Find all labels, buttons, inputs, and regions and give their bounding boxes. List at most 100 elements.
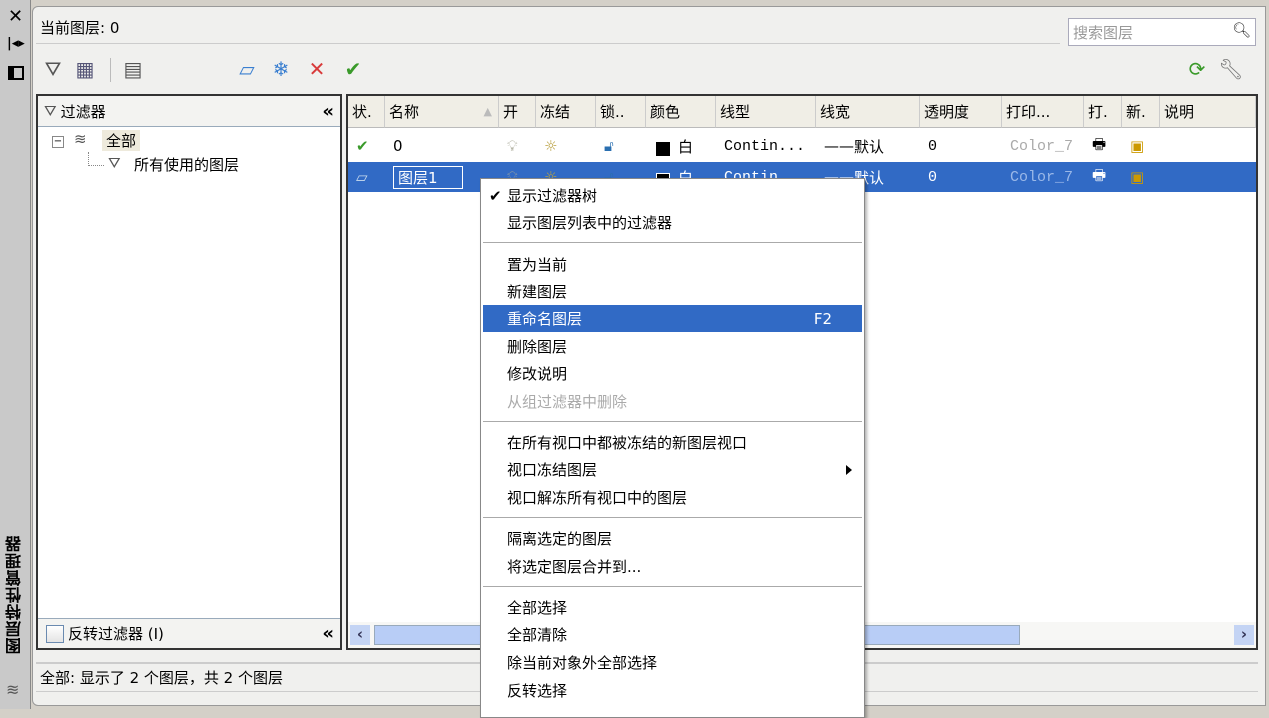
column-header[interactable]: 颜色 — [646, 96, 716, 128]
menu-item[interactable]: 全部选择 — [483, 594, 862, 621]
lineweight[interactable]: —— 默认 — [816, 131, 920, 161]
settings-wrench-icon[interactable]: 🔧︎ — [1218, 56, 1244, 82]
auto-hide-icon[interactable]: |◂▸ — [7, 36, 25, 51]
menu-item[interactable]: 显示图层列表中的过滤器 — [483, 209, 862, 236]
menu-item[interactable]: 置为当前 — [483, 251, 862, 278]
menu-item-label: 视口冻结图层 — [507, 461, 598, 479]
side-strip: ✕ |◂▸ 图层特性管理器 ≋ — [0, 0, 31, 709]
column-header[interactable]: 开 — [499, 96, 536, 128]
context-menu: ✔ 显示过滤器树显示图层列表中的过滤器置为当前新建图层 重命名图层 F2 删除图层修改说… — [480, 178, 865, 718]
filter-icon: ⛛ — [44, 102, 57, 120]
status-icon[interactable]: ✔ — [348, 131, 385, 161]
scroll-right-icon[interactable]: › — [1234, 625, 1254, 645]
column-header-label: 颜色 — [650, 103, 681, 121]
new-layer-icon[interactable]: ▱ — [234, 56, 260, 82]
column-header-label: 透明度 — [924, 103, 970, 121]
menu-item-label: 显示过滤器树 — [507, 187, 598, 205]
menu-item[interactable]: 修改说明 — [483, 360, 862, 387]
column-header[interactable]: 线宽 — [816, 96, 920, 128]
invert-filter-label: 反转过滤器 (I) — [68, 625, 164, 643]
tree-connector — [88, 152, 104, 166]
check-icon: ✔ — [489, 186, 502, 205]
color-swatch[interactable]: 白 — [646, 131, 716, 161]
scroll-left-icon[interactable]: ‹ — [350, 625, 370, 645]
new-property-filter-icon[interactable]: ⛛ — [40, 56, 66, 82]
search-placeholder: 搜索图层 — [1073, 24, 1134, 42]
plot-style[interactable]: Color_7 — [1002, 162, 1084, 192]
column-header[interactable]: 名称 ▲ — [385, 96, 499, 128]
tree-item-used-layers[interactable]: 所有使用的图层 — [134, 154, 239, 175]
column-header[interactable]: 打. — [1084, 96, 1122, 128]
menu-item[interactable]: 反转选择 — [483, 677, 862, 704]
menu-item[interactable]: 将选定图层合并到... — [483, 553, 862, 580]
properties-icon[interactable] — [8, 66, 24, 80]
on-bulb-icon[interactable]: 💡︎ — [499, 131, 536, 161]
menu-item[interactable]: 新建图层 — [483, 278, 862, 305]
refresh-icon[interactable]: ⟳ — [1184, 56, 1210, 82]
color-swatch-box — [656, 142, 670, 156]
menu-item[interactable]: 删除图层 — [483, 333, 862, 360]
set-current-icon[interactable]: ✔ — [340, 56, 366, 82]
new-group-filter-icon[interactable]: ▦ — [72, 56, 98, 82]
toolbar-divider — [110, 58, 111, 82]
column-header[interactable]: 新. — [1122, 96, 1160, 128]
filter-title: 过滤器 — [60, 102, 106, 121]
tree-collapse-icon[interactable]: − — [52, 136, 64, 148]
plot-printer-icon[interactable]: 🖶 — [1084, 131, 1122, 161]
layer-row[interactable]: ✔ 0 💡︎ ☼ 🔓︎ 白 Contin... —— 默认 0 Color_7 🖶 ▣ — [348, 131, 1256, 161]
search-layer-input[interactable]: 搜索图层 🔍︎ — [1068, 18, 1256, 46]
menu-item-label: 全部选择 — [507, 599, 568, 617]
transparency[interactable]: 0 — [920, 131, 1002, 161]
column-header-label: 线型 — [720, 103, 751, 121]
linetype[interactable]: Contin... — [716, 131, 816, 161]
menu-item[interactable]: 隔离选定的图层 — [483, 525, 862, 552]
menu-item[interactable]: 视口解冻所有视口中的图层 — [483, 484, 862, 511]
menu-item-label: 重命名图层 — [507, 310, 583, 328]
collapse-icon[interactable]: « — [322, 101, 334, 122]
menu-item-label: 将选定图层合并到... — [507, 558, 642, 576]
new-layer-vp-frozen-icon[interactable]: ❄ — [268, 56, 294, 82]
transparency[interactable]: 0 — [920, 162, 1002, 192]
column-header[interactable]: 打印... — [1002, 96, 1084, 128]
column-header-label: 线宽 — [820, 103, 851, 121]
column-header[interactable]: 说明 — [1160, 96, 1256, 128]
tree-item-all[interactable]: 全部 — [102, 130, 141, 151]
search-icon[interactable]: 🔍︎ — [1232, 21, 1251, 39]
plot-style[interactable]: Color_7 — [1002, 131, 1084, 161]
menu-item[interactable]: 重命名图层 F2 — [483, 305, 862, 332]
status-icon[interactable]: ▱ — [348, 162, 385, 192]
column-header[interactable]: 状. — [348, 96, 385, 128]
delete-layer-icon[interactable]: ✕ — [304, 56, 330, 82]
menu-item-label: 删除图层 — [507, 338, 568, 356]
menu-item[interactable]: 除当前对象外全部选择 — [483, 649, 862, 676]
menu-item[interactable]: ✔ 显示过滤器树 — [483, 182, 862, 209]
layer-name[interactable]: 0 — [385, 131, 499, 161]
description[interactable] — [1160, 131, 1256, 161]
menu-item-label: 全部清除 — [507, 626, 568, 644]
freeze-sun-icon[interactable]: ☼ — [536, 131, 596, 161]
layer-states-manager-icon[interactable]: ▤ — [120, 56, 146, 82]
column-header[interactable]: 锁.. — [596, 96, 646, 128]
description[interactable] — [1160, 162, 1256, 192]
menu-item[interactable]: 视口冻结图层 — [483, 456, 862, 483]
lineweight-sample: —— — [824, 137, 854, 155]
column-header[interactable]: 线型 — [716, 96, 816, 128]
column-header[interactable]: 冻结 — [536, 96, 596, 128]
layers-icon: ≋ — [6, 680, 20, 699]
column-header[interactable]: 透明度 — [920, 96, 1002, 128]
menu-item-label: 除当前对象外全部选择 — [507, 654, 658, 672]
close-icon[interactable]: ✕ — [8, 6, 23, 27]
collapse-icon[interactable]: « — [322, 623, 334, 644]
menu-item[interactable]: 全部清除 — [483, 621, 862, 648]
new-vp-freeze-icon[interactable]: ▣ — [1122, 162, 1160, 192]
plot-style-text: Color_7 — [1010, 168, 1074, 186]
lineweight-text: 默认 — [854, 137, 885, 156]
menu-item-label: 置为当前 — [507, 256, 568, 274]
menu-item-label: 隔离选定的图层 — [507, 530, 613, 548]
unlock-icon[interactable]: 🔓︎ — [596, 131, 646, 161]
invert-filter-checkbox[interactable] — [46, 624, 64, 643]
plot-printer-icon[interactable]: 🖶 — [1084, 162, 1122, 192]
new-vp-freeze-icon[interactable]: ▣ — [1122, 131, 1160, 161]
menu-item[interactable]: 在所有视口中都被冻结的新图层视口 — [483, 429, 862, 456]
filter-header: ⛛ 过滤器 « — [38, 96, 340, 127]
